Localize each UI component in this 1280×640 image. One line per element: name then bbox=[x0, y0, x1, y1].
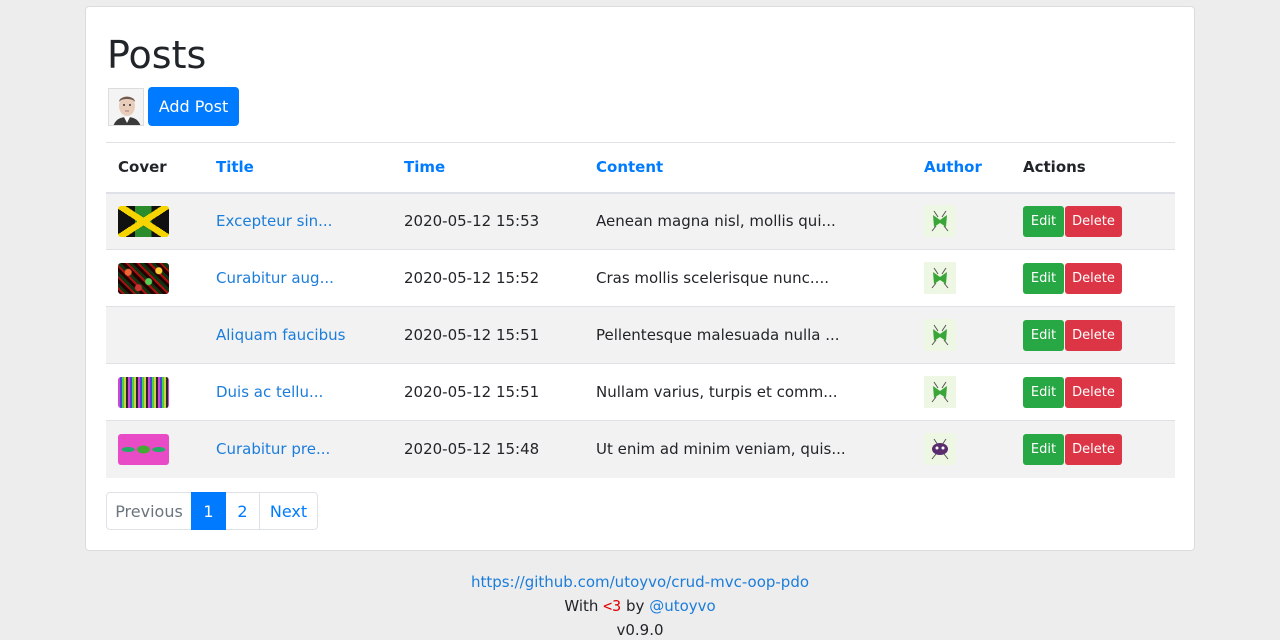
post-title-link[interactable]: Curabitur pre... bbox=[216, 440, 330, 458]
post-title-link[interactable]: Excepteur sin... bbox=[216, 212, 332, 230]
credits-with: With bbox=[564, 597, 599, 615]
author-cell bbox=[912, 420, 1011, 478]
cover-cell bbox=[106, 420, 204, 478]
cover-cell bbox=[106, 306, 204, 364]
column-header-time[interactable]: Time bbox=[392, 142, 584, 194]
page-title: Posts bbox=[107, 33, 207, 77]
author-handle-link[interactable]: @utoyvo bbox=[649, 597, 716, 615]
add-post-button[interactable]: Add Post bbox=[148, 87, 239, 126]
edit-button[interactable]: Edit bbox=[1023, 433, 1064, 465]
table-row: Aliquam faucibus 2020-05-12 15:51 Pellen… bbox=[106, 306, 1175, 364]
pagination-next[interactable]: Next bbox=[259, 492, 318, 530]
actions-cell: Edit Delete bbox=[1011, 306, 1175, 364]
cover-cell bbox=[106, 192, 204, 250]
footer: https://github.com/utoyvo/crud-mvc-oop-p… bbox=[0, 570, 1280, 640]
post-title-link[interactable]: Duis ac tellu... bbox=[216, 383, 323, 401]
cover-cell bbox=[106, 249, 204, 307]
edit-button[interactable]: Edit bbox=[1023, 376, 1064, 408]
column-header-title[interactable]: Title bbox=[204, 142, 392, 194]
table-header-row: Cover Title Time Content Author Actions bbox=[106, 142, 1175, 194]
time-cell: 2020-05-12 15:51 bbox=[392, 363, 584, 421]
time-cell: 2020-05-12 15:53 bbox=[392, 192, 584, 250]
actions-cell: Edit Delete bbox=[1011, 249, 1175, 307]
post-title-link[interactable]: Curabitur aug... bbox=[216, 269, 334, 287]
column-header-content[interactable]: Content bbox=[584, 142, 912, 194]
user-avatar[interactable] bbox=[108, 88, 144, 126]
column-header-cover: Cover bbox=[106, 142, 204, 194]
heart-text: <3 bbox=[603, 597, 622, 615]
posts-card: Posts Add Post Cover Title Time Content … bbox=[85, 6, 1195, 551]
post-title-link[interactable]: Aliquam faucibus bbox=[216, 326, 345, 344]
content-cell: Aenean magna nisl, mollis qui... bbox=[584, 192, 912, 250]
actions-cell: Edit Delete bbox=[1011, 420, 1175, 478]
posts-table: Cover Title Time Content Author Actions … bbox=[106, 142, 1175, 478]
edit-button[interactable]: Edit bbox=[1023, 262, 1064, 294]
content-cell: Pellentesque malesuada nulla ... bbox=[584, 306, 912, 364]
cover-image bbox=[118, 205, 169, 237]
credits-line: With <3 by @utoyvo bbox=[0, 594, 1280, 618]
author-cell bbox=[912, 306, 1011, 364]
table-row: Curabitur aug... 2020-05-12 15:52 Cras m… bbox=[106, 249, 1175, 307]
time-cell: 2020-05-12 15:51 bbox=[392, 306, 584, 364]
content-cell: Cras mollis scelerisque nunc.... bbox=[584, 249, 912, 307]
pagination: Previous 1 2 Next bbox=[106, 492, 318, 530]
time-cell: 2020-05-12 15:52 bbox=[392, 249, 584, 307]
title-cell: Excepteur sin... bbox=[204, 192, 392, 250]
cover-image bbox=[118, 376, 169, 408]
table-row: Excepteur sin... 2020-05-12 15:53 Aenean… bbox=[106, 192, 1175, 250]
author-avatar-icon[interactable] bbox=[924, 205, 956, 238]
user-avatar-image bbox=[109, 89, 143, 125]
author-avatar-icon[interactable] bbox=[924, 433, 956, 466]
author-avatar-icon[interactable] bbox=[924, 376, 956, 408]
author-cell bbox=[912, 363, 1011, 421]
column-header-actions: Actions bbox=[1011, 142, 1175, 194]
cover-image bbox=[118, 433, 169, 465]
delete-button[interactable]: Delete bbox=[1065, 262, 1122, 294]
cover-cell bbox=[106, 363, 204, 421]
column-header-author[interactable]: Author bbox=[912, 142, 1011, 194]
edit-button[interactable]: Edit bbox=[1023, 319, 1064, 351]
repo-link[interactable]: https://github.com/utoyvo/crud-mvc-oop-p… bbox=[471, 573, 809, 591]
delete-button[interactable]: Delete bbox=[1065, 205, 1122, 237]
author-cell bbox=[912, 192, 1011, 250]
delete-button[interactable]: Delete bbox=[1065, 433, 1122, 465]
content-cell: Ut enim ad minim veniam, quis... bbox=[584, 420, 912, 478]
title-cell: Curabitur aug... bbox=[204, 249, 392, 307]
cover-image bbox=[118, 262, 169, 294]
delete-button[interactable]: Delete bbox=[1065, 376, 1122, 408]
credits-by: by bbox=[626, 597, 645, 615]
table-row: Duis ac tellu... 2020-05-12 15:51 Nullam… bbox=[106, 363, 1175, 421]
pagination-previous[interactable]: Previous bbox=[106, 492, 192, 530]
author-avatar-icon[interactable] bbox=[924, 262, 956, 294]
table-row: Curabitur pre... 2020-05-12 15:48 Ut eni… bbox=[106, 420, 1175, 478]
content-cell: Nullam varius, turpis et comm... bbox=[584, 363, 912, 421]
pagination-page-2[interactable]: 2 bbox=[225, 492, 260, 530]
title-cell: Aliquam faucibus bbox=[204, 306, 392, 364]
pagination-page-1[interactable]: 1 bbox=[191, 492, 226, 530]
actions-cell: Edit Delete bbox=[1011, 192, 1175, 250]
delete-button[interactable]: Delete bbox=[1065, 319, 1122, 351]
title-cell: Curabitur pre... bbox=[204, 420, 392, 478]
title-cell: Duis ac tellu... bbox=[204, 363, 392, 421]
time-cell: 2020-05-12 15:48 bbox=[392, 420, 584, 478]
edit-button[interactable]: Edit bbox=[1023, 205, 1064, 237]
author-avatar-icon[interactable] bbox=[924, 319, 956, 351]
author-cell bbox=[912, 249, 1011, 307]
version-label: v0.9.0 bbox=[616, 621, 664, 639]
actions-cell: Edit Delete bbox=[1011, 363, 1175, 421]
